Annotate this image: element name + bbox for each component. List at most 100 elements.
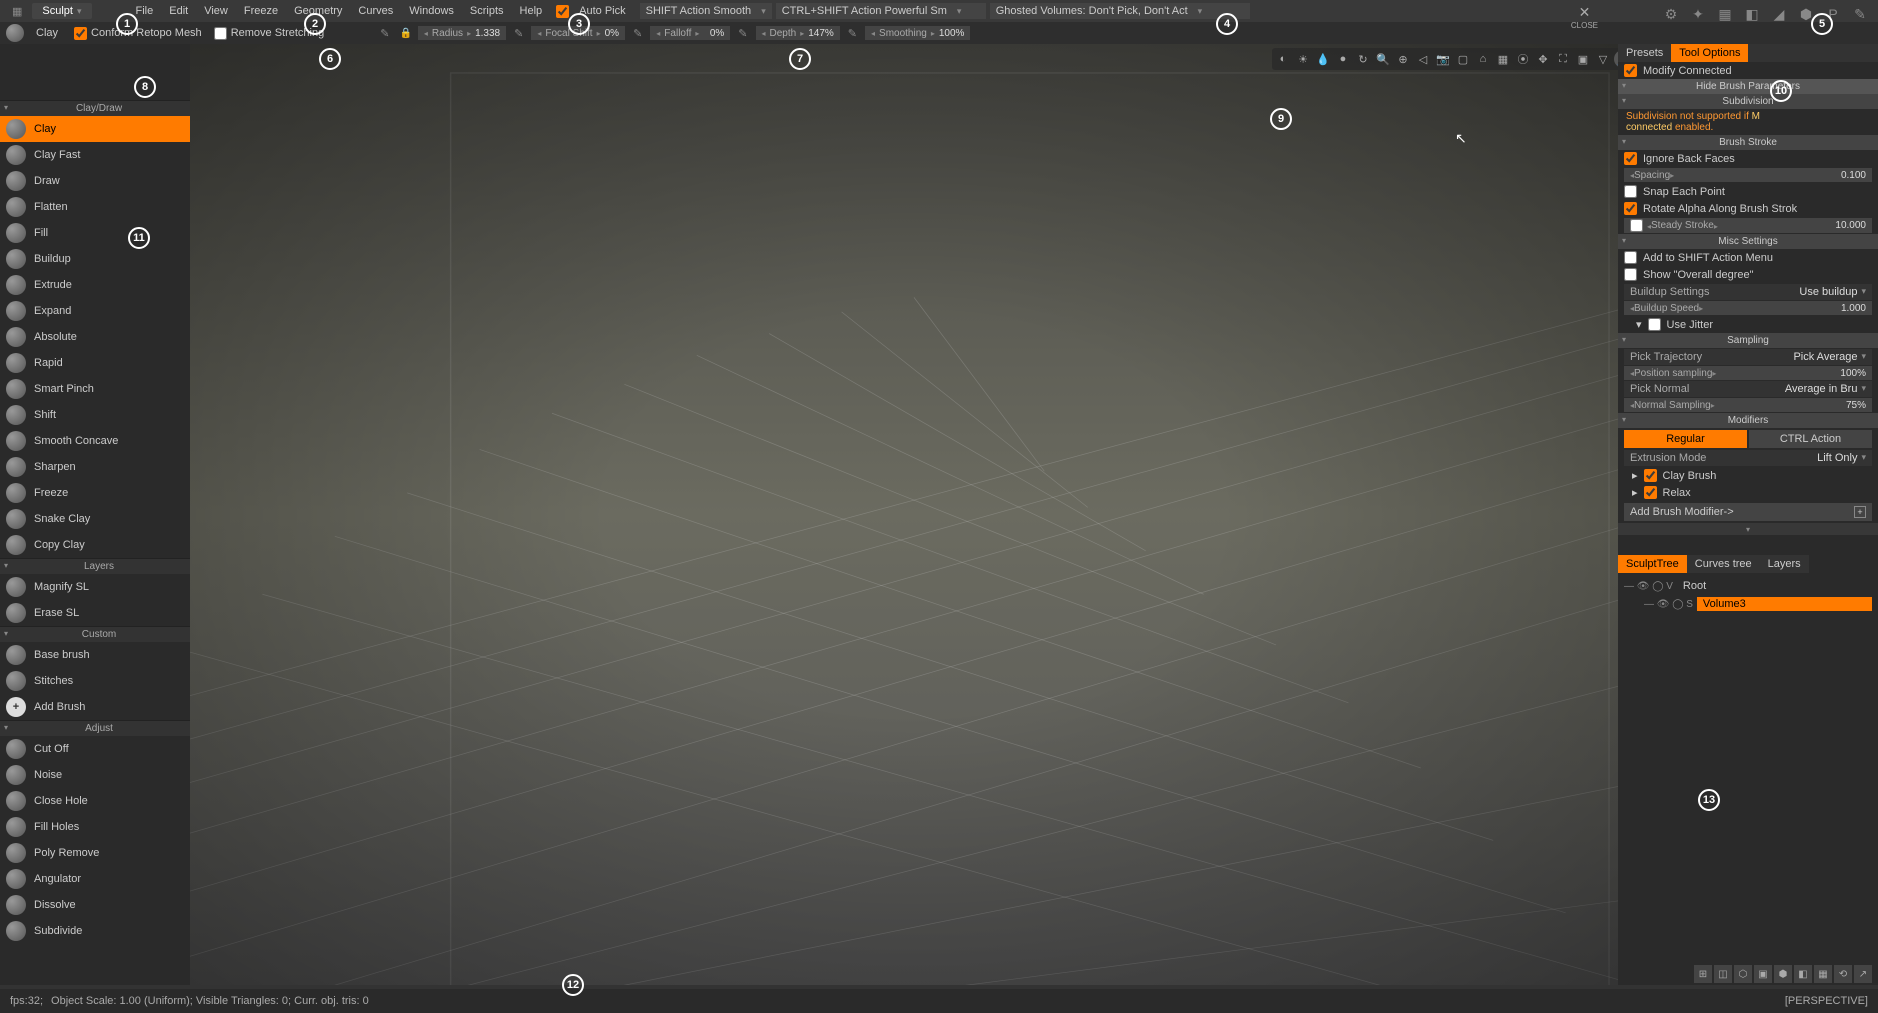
menu-windows[interactable]: Windows <box>403 3 460 19</box>
custom-header[interactable]: Custom <box>0 626 190 642</box>
vp-rotate-icon[interactable]: ↻ <box>1354 50 1372 68</box>
tool-cut-off[interactable]: Cut Off <box>0 736 190 762</box>
regular-button[interactable]: Regular <box>1624 430 1747 448</box>
menu-scripts[interactable]: Scripts <box>464 3 510 19</box>
tool-expand[interactable]: Expand <box>0 298 190 324</box>
tool-icon-2[interactable]: ▦ <box>1713 2 1737 26</box>
depth-slider[interactable]: Depth147% <box>756 26 840 40</box>
tool-add-brush[interactable]: +Add Brush <box>0 694 190 720</box>
vp-fit-icon[interactable]: ⛶ <box>1554 50 1572 68</box>
tool-icon-3[interactable]: ◧ <box>1740 2 1764 26</box>
buildup-speed-slider[interactable]: Buildup Speed1.000 <box>1624 301 1872 315</box>
vp-sun-icon[interactable]: ☀ <box>1294 50 1312 68</box>
menu-geometry[interactable]: Geometry <box>288 3 348 19</box>
normal-sampling-slider[interactable]: Normal Sampling75% <box>1624 398 1872 412</box>
vp-contrast-icon[interactable]: ◐ <box>1274 50 1292 68</box>
tool-subdivide[interactable]: Subdivide <box>0 918 190 944</box>
pencil-icon-4[interactable]: ✎ <box>734 27 751 40</box>
tool-sharpen[interactable]: Sharpen <box>0 454 190 480</box>
tool-absolute[interactable]: Absolute <box>0 324 190 350</box>
bi-8[interactable]: ⟲ <box>1834 965 1852 983</box>
ctrlshift-action-dropdown[interactable]: CTRL+SHIFT Action Powerful Sm <box>776 3 986 19</box>
tool-noise[interactable]: Noise <box>0 762 190 788</box>
vp-zoom-icon[interactable]: ⊕ <box>1394 50 1412 68</box>
tool-clay-fast[interactable]: Clay Fast <box>0 142 190 168</box>
tool-buildup[interactable]: Buildup <box>0 246 190 272</box>
tool-icon-4[interactable]: ◢ <box>1767 2 1791 26</box>
tool-icon-6[interactable]: P <box>1821 2 1845 26</box>
relax-checkbox[interactable]: ▸ Relax <box>1618 484 1878 501</box>
tool-freeze[interactable]: Freeze <box>0 480 190 506</box>
modify-connected-checkbox[interactable]: Modify Connected <box>1618 62 1878 79</box>
menu-file[interactable]: File <box>130 3 160 19</box>
bi-6[interactable]: ◧ <box>1794 965 1812 983</box>
subdivision-header[interactable]: Subdivision <box>1618 94 1878 109</box>
vp-frame-icon[interactable]: ▢ <box>1454 50 1472 68</box>
clay-brush-checkbox[interactable]: ▸ Clay Brush <box>1618 467 1878 484</box>
smoothing-slider[interactable]: Smoothing100% <box>865 26 970 40</box>
shift-action-dropdown[interactable]: SHIFT Action Smooth <box>640 3 772 19</box>
vp-layer-icon[interactable]: ▣ <box>1574 50 1592 68</box>
tool-angulator[interactable]: Angulator <box>0 866 190 892</box>
bi-2[interactable]: ◫ <box>1714 965 1732 983</box>
tool-flatten[interactable]: Flatten <box>0 194 190 220</box>
position-sampling-slider[interactable]: Position sampling100% <box>1624 366 1872 380</box>
ctrl-action-button[interactable]: CTRL Action <box>1749 430 1872 448</box>
tool-clay[interactable]: Clay <box>0 116 190 142</box>
tool-fill[interactable]: Fill <box>0 220 190 246</box>
tool-extrude[interactable]: Extrude <box>0 272 190 298</box>
brush-name[interactable]: Clay <box>28 27 66 39</box>
radius-slider[interactable]: Radius1.338 <box>418 26 506 40</box>
bi-5[interactable]: ⬢ <box>1774 965 1792 983</box>
add-modifier-button[interactable]: Add Brush Modifier->+ <box>1624 503 1872 521</box>
layers-header[interactable]: Layers <box>0 558 190 574</box>
bi-9[interactable]: ↗ <box>1854 965 1872 983</box>
buildup-settings-select[interactable]: Buildup SettingsUse buildup <box>1624 284 1872 300</box>
misc-header[interactable]: Misc Settings <box>1618 234 1878 249</box>
tool-fill-holes[interactable]: Fill Holes <box>0 814 190 840</box>
hide-brush-params[interactable]: Hide Brush Parameters <box>1618 79 1878 94</box>
bi-3[interactable]: ⬡ <box>1734 965 1752 983</box>
tool-icon-7[interactable]: ✎ <box>1848 2 1872 26</box>
pencil-icon-5[interactable]: ✎ <box>844 27 861 40</box>
add-shift-checkbox[interactable]: Add to SHIFT Action Menu <box>1618 249 1878 266</box>
gear-icon[interactable]: ⚙ <box>1659 2 1683 26</box>
tool-poly-remove[interactable]: Poly Remove <box>0 840 190 866</box>
vp-10-icon[interactable]: ⦿ <box>1514 50 1532 68</box>
pencil-icon-3[interactable]: ✎ <box>629 27 646 40</box>
vp-trash-icon[interactable]: ▽ <box>1594 50 1612 68</box>
conform-checkbox[interactable]: Conform Retopo Mesh <box>70 27 206 40</box>
use-jitter-checkbox[interactable]: ▾ Use Jitter <box>1618 316 1878 333</box>
focal-slider[interactable]: Focal Shift0% <box>531 26 625 40</box>
menu-help[interactable]: Help <box>514 3 549 19</box>
tab-tool-options[interactable]: Tool Options <box>1671 44 1748 62</box>
menu-edit[interactable]: Edit <box>163 3 194 19</box>
bi-7[interactable]: ▦ <box>1814 965 1832 983</box>
vp-move-icon[interactable]: ✥ <box>1534 50 1552 68</box>
vp-nav-icon[interactable]: ◁ <box>1414 50 1432 68</box>
brush-stroke-header[interactable]: Brush Stroke <box>1618 135 1878 150</box>
tool-stitches[interactable]: Stitches <box>0 668 190 694</box>
file-icon[interactable]: ▦ <box>6 3 28 20</box>
tool-icon-5[interactable]: ⬢ <box>1794 2 1818 26</box>
remove-stretching-checkbox[interactable]: Remove Stretching <box>210 27 329 40</box>
bi-4[interactable]: ▣ <box>1754 965 1772 983</box>
tab-sculpttree[interactable]: SculptTree <box>1618 555 1687 573</box>
tool-smooth-concave[interactable]: Smooth Concave <box>0 428 190 454</box>
vp-sphere-icon[interactable]: ● <box>1334 50 1352 68</box>
ghosted-dropdown[interactable]: Ghosted Volumes: Don't Pick, Don't Act <box>990 3 1250 19</box>
tool-base-brush[interactable]: Base brush <box>0 642 190 668</box>
mode-dropdown[interactable]: Sculpt <box>32 3 91 19</box>
adjust-header[interactable]: Adjust <box>0 720 190 736</box>
extrusion-mode-select[interactable]: Extrusion ModeLift Only <box>1624 450 1872 466</box>
tool-magnify-sl[interactable]: Magnify SL <box>0 574 190 600</box>
menu-curves[interactable]: Curves <box>352 3 399 19</box>
tool-rapid[interactable]: Rapid <box>0 350 190 376</box>
tab-curves-tree[interactable]: Curves tree <box>1687 555 1760 573</box>
modifiers-header[interactable]: Modifiers <box>1618 413 1878 428</box>
vp-search-icon[interactable]: 🔍 <box>1374 50 1392 68</box>
sampling-header[interactable]: Sampling <box>1618 333 1878 348</box>
ignore-back-checkbox[interactable]: Ignore Back Faces <box>1618 150 1878 167</box>
pick-trajectory-select[interactable]: Pick TrajectoryPick Average <box>1624 349 1872 365</box>
tool-snake-clay[interactable]: Snake Clay <box>0 506 190 532</box>
